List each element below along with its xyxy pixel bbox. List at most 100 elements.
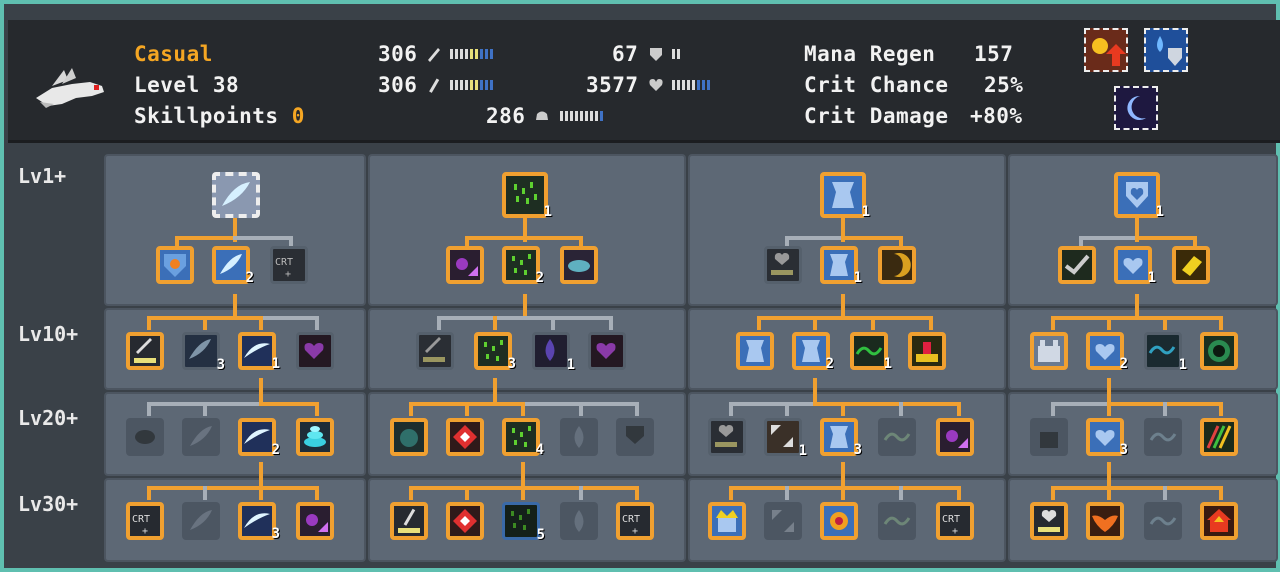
tree3-crit-node[interactable]: CRT + (936, 502, 974, 540)
tree2-grass4-node[interactable]: 5 (502, 502, 545, 543)
tree4-house-node[interactable] (1200, 502, 1238, 540)
tree3-heart2-node[interactable] (708, 418, 746, 456)
tree1-wave2-node[interactable]: 2 (238, 418, 280, 458)
sword-icon (428, 48, 440, 62)
tree3-root-node[interactable]: 1 (820, 172, 870, 220)
tree1-dark-feather-node[interactable]: 3 (182, 332, 225, 373)
tree4-faded-castle-node[interactable] (1030, 418, 1068, 456)
potion-icon (456, 258, 478, 276)
tree3-heart-node[interactable] (764, 246, 802, 284)
armor-icon (746, 340, 764, 362)
tree2-grass3-node[interactable]: 4 (502, 418, 544, 458)
tree3-armor3-node[interactable]: 2 (792, 332, 834, 372)
tree4-gold-node[interactable] (1172, 246, 1210, 284)
tree1-wave-node[interactable]: 1 (238, 332, 280, 372)
tree4-bat-node[interactable] (1086, 502, 1124, 540)
tree3-wave-node[interactable]: 1 (850, 332, 892, 372)
tree3-moon-node[interactable] (878, 246, 916, 284)
tree3-burst-node[interactable] (820, 502, 858, 540)
tree2-sword-node[interactable] (416, 332, 454, 370)
mana-regen-label: Mana Regen (804, 42, 936, 66)
tree4-heart-node[interactable]: 1 (1114, 246, 1156, 286)
tree3-faded-arrows-node[interactable] (764, 502, 802, 540)
tree3-arrows-node[interactable]: 1 (764, 418, 807, 459)
tree1-ring-node[interactable] (126, 418, 164, 456)
tree1-sword-node[interactable] (126, 332, 164, 370)
tree3-crown-node[interactable] (708, 502, 746, 540)
tree3-potion-node[interactable] (936, 418, 974, 456)
magic-bar (450, 80, 493, 90)
character-header: Casual Level 38 Skillpoints 0 306 306 67… (8, 20, 1280, 143)
tree4-heart2-node[interactable]: 2 (1086, 332, 1128, 372)
shield-stat-icon (626, 426, 644, 444)
tower-icon (916, 342, 938, 362)
tree2-rune2-node[interactable] (446, 502, 484, 540)
magic-value: 306 (378, 73, 418, 97)
tree1-potion-node[interactable] (296, 502, 334, 540)
tree2-grass2-node[interactable]: 3 (474, 332, 516, 372)
bat-icon (1092, 515, 1118, 532)
grass-icon (512, 426, 531, 447)
vortex-icon (304, 426, 326, 447)
grass-icon (511, 509, 530, 530)
tree1-crit2-node[interactable]: CRT + (126, 502, 164, 540)
tree4-heart3-node[interactable]: 3 (1086, 418, 1128, 458)
tree4-dna-node[interactable] (1200, 418, 1238, 456)
tree1-root-node[interactable] (212, 172, 260, 218)
crit-chance-value: 25% (984, 73, 1024, 97)
tree1-vortex-node[interactable] (296, 418, 334, 456)
wave-icon (244, 429, 270, 444)
tree2-grass-node[interactable]: 2 (502, 246, 544, 286)
tree2-fish-node[interactable] (560, 246, 598, 284)
tree1-heart-node[interactable] (296, 332, 334, 370)
speed-value: 286 (486, 104, 526, 128)
tree2-faded-node[interactable] (560, 418, 598, 456)
tree4-check-node[interactable] (1058, 246, 1096, 284)
tree4-heart-stat-node[interactable] (1030, 502, 1068, 540)
cyan-wave-icon (1149, 516, 1177, 526)
skillpoints-label: Skillpoints 0 (134, 104, 305, 128)
tree4-faded-wave-node[interactable] (1144, 418, 1182, 456)
feather-icon (222, 182, 250, 206)
night-buff-icon[interactable] (1114, 86, 1158, 130)
tree3-faded-wave-node[interactable] (878, 418, 916, 456)
tree4-root-node[interactable]: 1 (1114, 172, 1164, 220)
armor-icon (830, 426, 848, 448)
tree4-faded-wave2-node[interactable] (1144, 502, 1182, 540)
tree1-crit-node[interactable]: CRT + (270, 246, 308, 284)
tree1-faded-feather2-node[interactable] (182, 502, 220, 540)
tree3-armor2-node[interactable] (736, 332, 774, 370)
skill-tree-window: Casual Level 38 Skillpoints 0 306 306 67… (0, 0, 1280, 572)
attack-buff-icon[interactable] (1084, 28, 1128, 72)
tree4-eye-node[interactable] (1200, 332, 1238, 370)
tree2-flame-node[interactable]: 1 (532, 332, 575, 373)
tree1-feather-node[interactable]: 2 (212, 246, 254, 286)
row-label-lv20: Lv20+ (18, 406, 79, 430)
heart-shield-icon (1095, 430, 1115, 446)
tree2-faded2-node[interactable] (560, 502, 598, 540)
tree2-crit-node[interactable]: CRT + (616, 502, 654, 540)
defense-bar (672, 49, 680, 59)
heart-shield-icon (1126, 182, 1148, 208)
tree2-rune-node[interactable] (446, 418, 484, 456)
feather-icon (190, 426, 212, 446)
tree2-root-node[interactable]: 1 (502, 172, 552, 220)
sword-stat-icon (423, 337, 445, 362)
potion-icon (946, 430, 968, 448)
defense-buff-icon[interactable] (1144, 28, 1188, 72)
tree2-gem-node[interactable] (390, 418, 428, 456)
tree4-wave-node[interactable]: 1 (1144, 332, 1187, 373)
tree1-wave3-node[interactable]: 3 (238, 502, 280, 542)
tree3-armor-node[interactable]: 1 (820, 246, 862, 286)
feather-icon (190, 510, 212, 530)
tree1-faded-feather-node[interactable] (182, 418, 220, 456)
tree3-faded-wave2-node[interactable] (878, 502, 916, 540)
tree3-armor4-node[interactable]: 3 (820, 418, 862, 458)
tree2-staff-node[interactable] (390, 502, 428, 540)
tree2-shield-node[interactable] (616, 418, 654, 456)
tree1-shield-node[interactable] (156, 246, 194, 284)
tree2-heart-node[interactable] (588, 332, 626, 370)
tree2-potion-node[interactable] (446, 246, 484, 284)
tree4-castle-node[interactable] (1030, 332, 1068, 370)
tree3-tower-node[interactable] (908, 332, 946, 370)
